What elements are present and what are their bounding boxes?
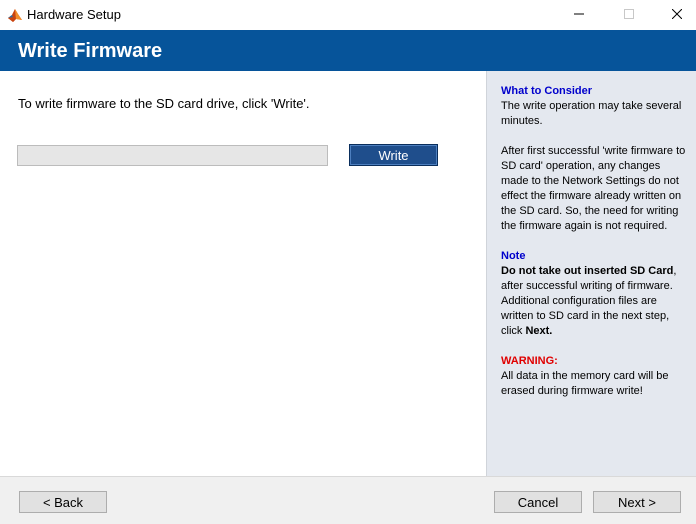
instruction-text: To write firmware to the SD card drive, … [18, 96, 310, 111]
main-panel: To write firmware to the SD card drive, … [0, 71, 486, 476]
cancel-button[interactable]: Cancel [494, 491, 582, 513]
warning-heading: WARNING: [501, 355, 558, 367]
write-progress-bar [17, 145, 328, 166]
title-bar: Hardware Setup [0, 0, 696, 30]
note-heading: Note [501, 250, 526, 262]
consider-heading: What to Consider [501, 85, 593, 97]
page-title: Write Firmware [18, 40, 163, 62]
note-bold-text: Do not take out inserted SD Card [501, 265, 674, 277]
help-panel: What to Consider The write operation may… [486, 71, 696, 476]
maximize-icon [624, 6, 634, 24]
note-next-text: Next. [525, 325, 553, 337]
header-banner: Write Firmware [0, 30, 696, 71]
footer-bar: < Back Cancel Next > [0, 476, 696, 524]
note-paragraph: Do not take out inserted SD Card, after … [501, 264, 687, 339]
write-button[interactable]: Write [349, 144, 438, 166]
warning-text: All data in the memory card will be eras… [501, 370, 669, 397]
consider-paragraph-1: The write operation may take several min… [501, 100, 682, 127]
matlab-logo-icon [7, 7, 23, 23]
next-button[interactable]: Next > [593, 491, 681, 513]
window-title: Hardware Setup [27, 7, 121, 22]
maximize-button[interactable] [606, 0, 652, 30]
close-icon [671, 6, 683, 24]
minimize-icon [574, 6, 584, 24]
close-button[interactable] [654, 0, 696, 30]
minimize-button[interactable] [556, 0, 602, 30]
consider-paragraph-2: After first successful 'write firmware t… [501, 145, 686, 232]
back-button[interactable]: < Back [19, 491, 107, 513]
